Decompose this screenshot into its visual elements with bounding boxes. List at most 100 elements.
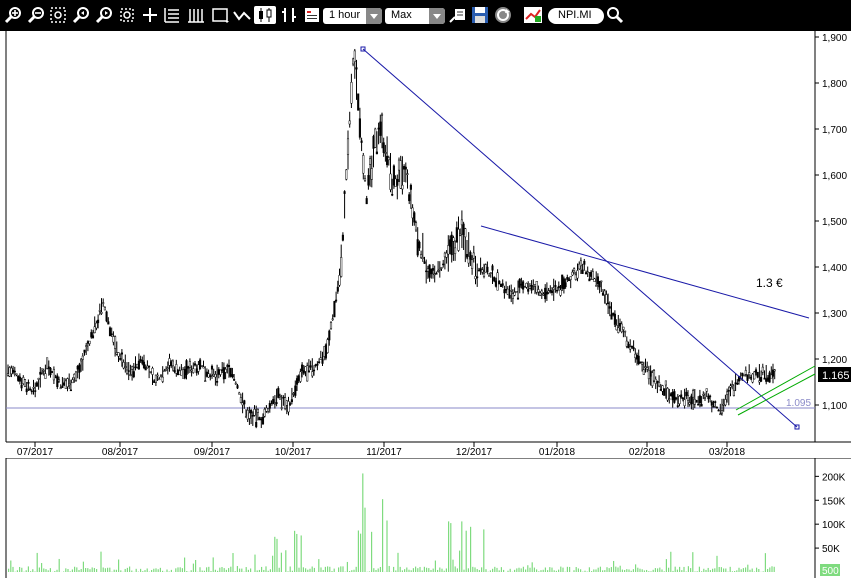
candle-body — [416, 239, 419, 256]
volume-bar — [142, 571, 144, 572]
candle-body — [139, 359, 142, 361]
candle-body — [635, 355, 639, 360]
volume-bar — [109, 567, 111, 572]
volume-bar — [393, 566, 395, 572]
volume-bar — [230, 566, 232, 572]
volume-bar — [331, 570, 333, 572]
interval-select[interactable]: 1 hour — [323, 8, 382, 24]
zoom-x-in-icon[interactable] — [71, 6, 91, 24]
candle-body — [182, 369, 185, 379]
candle-body — [185, 360, 188, 376]
candle-body — [748, 372, 751, 375]
volume-bar — [428, 568, 430, 572]
candle-body — [261, 416, 265, 425]
time-tick-label: 12/2017 — [456, 447, 493, 458]
candle-body — [437, 270, 440, 272]
candle-body — [348, 120, 351, 125]
volume-bar — [30, 571, 32, 572]
volume-bar — [74, 566, 76, 572]
candle-body — [188, 361, 191, 368]
rectangle-chart-icon[interactable] — [210, 6, 230, 24]
candle-body — [408, 194, 411, 202]
candle-body — [454, 247, 457, 254]
volume-bar — [177, 567, 179, 572]
volume-bar — [135, 568, 137, 572]
candle-body — [217, 369, 220, 375]
volume-bar — [313, 567, 315, 572]
candle-body — [102, 302, 105, 304]
candle-body — [343, 191, 346, 194]
candle-body — [459, 233, 462, 236]
search-icon[interactable] — [605, 6, 625, 24]
volume-bar — [720, 567, 722, 572]
candle-body — [510, 290, 513, 292]
candle-body — [35, 382, 38, 387]
volume-bar — [729, 566, 731, 572]
candle-body — [562, 278, 565, 290]
save-icon[interactable] — [470, 6, 490, 24]
volume-bar — [25, 570, 27, 572]
compare-icon[interactable] — [522, 6, 544, 24]
volume-tick-label: 50K — [822, 544, 840, 555]
volume-bar — [274, 536, 276, 572]
line-chart-icon[interactable] — [232, 6, 252, 24]
crosshair-icon[interactable] — [141, 6, 159, 24]
volume-bar — [745, 567, 747, 572]
candle-body — [299, 371, 302, 382]
candle-body — [736, 382, 739, 385]
candle-body — [95, 322, 98, 329]
range-select[interactable]: Max — [385, 8, 445, 24]
annotation-icon[interactable] — [448, 6, 468, 24]
zoom-box-icon[interactable] — [117, 6, 137, 24]
volume-bar — [723, 568, 725, 572]
candle-body — [380, 113, 384, 116]
volume-bar — [250, 568, 252, 572]
zoom-x-out-icon[interactable] — [94, 6, 114, 24]
volume-bar — [408, 569, 410, 572]
volume-bar — [602, 570, 604, 572]
volume-bar — [580, 569, 582, 572]
candle-body — [170, 361, 173, 367]
volume-bar — [225, 569, 227, 572]
ohlc-chart-icon[interactable] — [186, 6, 206, 24]
volume-bar — [573, 570, 575, 572]
zoom-in-icon[interactable] — [3, 6, 23, 24]
candle-body — [17, 375, 20, 381]
price-tick-label: 1,600 — [822, 171, 847, 182]
candle-body — [498, 280, 501, 285]
volume-bar — [338, 567, 340, 572]
candle-body — [316, 363, 319, 366]
price-annotation[interactable]: 1.3 € — [756, 276, 783, 290]
volume-bar — [551, 567, 553, 572]
zoom-fit-icon[interactable] — [48, 6, 68, 24]
zoom-out-icon[interactable] — [26, 6, 46, 24]
candle-body — [190, 369, 193, 372]
indicators-icon[interactable] — [303, 6, 321, 24]
candle-body — [295, 378, 299, 385]
volume-bar — [604, 570, 606, 572]
volume-bar — [731, 571, 733, 572]
candle-body — [472, 252, 475, 259]
candle-body — [681, 397, 684, 400]
volume-bar — [8, 568, 10, 572]
volume-bar — [41, 563, 43, 572]
volume-bar — [56, 569, 58, 572]
time-tick-label: 10/2017 — [275, 447, 312, 458]
candle-body — [241, 402, 244, 406]
candle-body — [732, 390, 735, 397]
price-chart[interactable]: 07/2017 08/2017 09/2017 10/2017 11/2017 12/20… — [0, 31, 851, 458]
volume-bar — [575, 567, 577, 572]
candlestick-icon[interactable] — [254, 6, 276, 24]
candle-body — [209, 375, 212, 377]
candle-body — [338, 275, 341, 286]
volume-bar — [566, 566, 568, 572]
candle-body — [277, 388, 280, 398]
volume-chart[interactable]: 200K 150K 100K 50K 500 — [0, 458, 851, 578]
symbol-input[interactable]: NPI.MI — [548, 8, 604, 24]
volume-bar — [302, 567, 304, 572]
volume-bar — [170, 569, 172, 572]
bar-chart-icon[interactable] — [162, 6, 182, 24]
candle-body — [120, 352, 123, 355]
hl-bars-icon[interactable] — [279, 6, 299, 24]
refresh-icon[interactable] — [493, 6, 513, 24]
